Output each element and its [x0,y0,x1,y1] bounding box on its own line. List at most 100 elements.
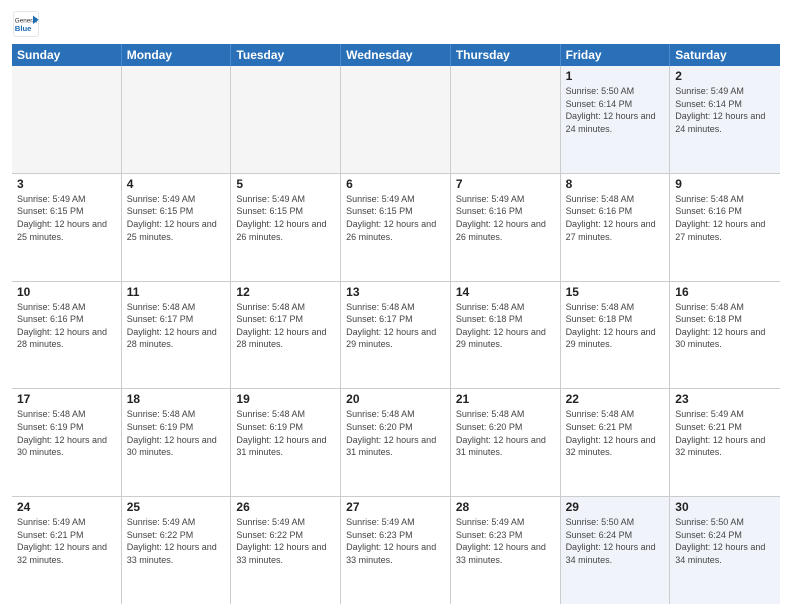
day-cell-20: 20 Sunrise: 5:48 AM Sunset: 6:20 PM Dayli… [341,389,451,496]
calendar-row-1: 1 Sunrise: 5:50 AM Sunset: 6:14 PM Daylig… [12,66,780,174]
day-cell-24: 24 Sunrise: 5:49 AM Sunset: 6:21 PM Dayli… [12,497,122,604]
calendar-body: 1 Sunrise: 5:50 AM Sunset: 6:14 PM Daylig… [12,66,780,604]
day-cell-13: 13 Sunrise: 5:48 AM Sunset: 6:17 PM Dayli… [341,282,451,389]
day-cell-21: 21 Sunrise: 5:48 AM Sunset: 6:20 PM Dayli… [451,389,561,496]
calendar-row-5: 24 Sunrise: 5:49 AM Sunset: 6:21 PM Dayli… [12,497,780,604]
header-day-wednesday: Wednesday [341,44,451,66]
day-number: 5 [236,177,335,191]
day-cell-4: 4Sunrise: 5:49 AM Sunset: 6:15 PM Daylig… [122,174,232,281]
empty-cell [341,66,451,173]
day-number: 16 [675,285,775,299]
day-cell-17: 17Sunrise: 5:48 AM Sunset: 6:19 PM Dayli… [12,389,122,496]
day-cell-16: 16Sunrise: 5:48 AM Sunset: 6:18 PM Dayli… [670,282,780,389]
day-info: Sunrise: 5:49 AM Sunset: 6:22 PM Dayligh… [236,517,326,565]
day-info: Sunrise: 5:49 AM Sunset: 6:21 PM Dayligh… [675,409,765,457]
day-number: 29 [566,500,665,514]
day-cell-8: 8 Sunrise: 5:48 AM Sunset: 6:16 PM Daylig… [561,174,671,281]
calendar-row-3: 10 Sunrise: 5:48 AM Sunset: 6:16 PM Dayli… [12,282,780,390]
day-cell-10: 10 Sunrise: 5:48 AM Sunset: 6:16 PM Dayli… [12,282,122,389]
day-info: Sunrise: 5:48 AM Sunset: 6:20 PM Dayligh… [346,409,436,457]
day-info: Sunrise: 5:49 AM Sunset: 6:15 PM Dayligh… [346,194,436,242]
day-cell-23: 23 Sunrise: 5:49 AM Sunset: 6:21 PM Dayli… [670,389,780,496]
day-cell-22: 22 Sunrise: 5:48 AM Sunset: 6:21 PM Dayli… [561,389,671,496]
day-info: Sunrise: 5:49 AM Sunset: 6:15 PM Dayligh… [17,194,107,242]
day-number: 23 [675,392,775,406]
day-info: Sunrise: 5:48 AM Sunset: 6:17 PM Dayligh… [127,302,217,350]
day-number: 15 [566,285,665,299]
day-cell-1: 1 Sunrise: 5:50 AM Sunset: 6:14 PM Daylig… [561,66,671,173]
day-number: 9 [675,177,775,191]
day-cell-30: 30Sunrise: 5:50 AM Sunset: 6:24 PM Dayli… [670,497,780,604]
header-day-friday: Friday [561,44,671,66]
day-info: Sunrise: 5:49 AM Sunset: 6:16 PM Dayligh… [456,194,546,242]
day-info: Sunrise: 5:49 AM Sunset: 6:21 PM Dayligh… [17,517,107,565]
empty-cell [231,66,341,173]
day-info: Sunrise: 5:49 AM Sunset: 6:15 PM Dayligh… [127,194,217,242]
calendar-page: General Blue SundayMondayTuesdayWednesda… [0,0,792,612]
day-info: Sunrise: 5:49 AM Sunset: 6:23 PM Dayligh… [456,517,546,565]
day-info: Sunrise: 5:49 AM Sunset: 6:22 PM Dayligh… [127,517,217,565]
day-number: 6 [346,177,445,191]
day-number: 7 [456,177,555,191]
day-number: 19 [236,392,335,406]
day-number: 14 [456,285,555,299]
day-info: Sunrise: 5:48 AM Sunset: 6:19 PM Dayligh… [127,409,217,457]
day-info: Sunrise: 5:50 AM Sunset: 6:14 PM Dayligh… [566,86,656,134]
logo: General Blue [12,10,43,38]
day-cell-28: 28 Sunrise: 5:49 AM Sunset: 6:23 PM Dayli… [451,497,561,604]
day-number: 12 [236,285,335,299]
day-info: Sunrise: 5:50 AM Sunset: 6:24 PM Dayligh… [566,517,656,565]
day-number: 27 [346,500,445,514]
day-info: Sunrise: 5:48 AM Sunset: 6:16 PM Dayligh… [17,302,107,350]
calendar-row-2: 3 Sunrise: 5:49 AM Sunset: 6:15 PM Daylig… [12,174,780,282]
header-day-thursday: Thursday [451,44,561,66]
day-info: Sunrise: 5:49 AM Sunset: 6:14 PM Dayligh… [675,86,765,134]
day-number: 1 [566,69,665,83]
day-number: 24 [17,500,116,514]
empty-cell [122,66,232,173]
day-info: Sunrise: 5:49 AM Sunset: 6:23 PM Dayligh… [346,517,436,565]
day-info: Sunrise: 5:48 AM Sunset: 6:16 PM Dayligh… [566,194,656,242]
calendar-row-4: 17 Sunrise: 5:48 AM Sunset: 6:19 PM Dayli… [12,389,780,497]
day-info: Sunrise: 5:49 AM Sunset: 6:15 PM Dayligh… [236,194,326,242]
day-cell-29: 29 Sunrise: 5:50 AM Sunset: 6:24 PM Dayli… [561,497,671,604]
day-cell-14: 14 Sunrise: 5:48 AM Sunset: 6:18 PM Dayli… [451,282,561,389]
day-number: 28 [456,500,555,514]
day-cell-5: 5 Sunrise: 5:49 AM Sunset: 6:15 PM Daylig… [231,174,341,281]
header-day-tuesday: Tuesday [231,44,341,66]
day-number: 25 [127,500,226,514]
day-info: Sunrise: 5:48 AM Sunset: 6:21 PM Dayligh… [566,409,656,457]
day-info: Sunrise: 5:48 AM Sunset: 6:17 PM Dayligh… [346,302,436,350]
day-number: 22 [566,392,665,406]
header-day-sunday: Sunday [12,44,122,66]
header-day-monday: Monday [122,44,232,66]
logo-icon: General Blue [12,10,40,38]
empty-cell [12,66,122,173]
day-cell-27: 27 Sunrise: 5:49 AM Sunset: 6:23 PM Dayli… [341,497,451,604]
day-info: Sunrise: 5:48 AM Sunset: 6:18 PM Dayligh… [456,302,546,350]
day-number: 17 [17,392,116,406]
header: General Blue [12,10,780,38]
day-info: Sunrise: 5:48 AM Sunset: 6:20 PM Dayligh… [456,409,546,457]
day-cell-18: 18 Sunrise: 5:48 AM Sunset: 6:19 PM Dayli… [122,389,232,496]
day-number: 20 [346,392,445,406]
day-info: Sunrise: 5:48 AM Sunset: 6:18 PM Dayligh… [566,302,656,350]
day-number: 3 [17,177,116,191]
calendar-header: SundayMondayTuesdayWednesdayThursdayFrid… [12,44,780,66]
day-number: 18 [127,392,226,406]
day-info: Sunrise: 5:48 AM Sunset: 6:17 PM Dayligh… [236,302,326,350]
day-number: 10 [17,285,116,299]
day-number: 21 [456,392,555,406]
day-cell-26: 26 Sunrise: 5:49 AM Sunset: 6:22 PM Dayli… [231,497,341,604]
day-cell-25: 25 Sunrise: 5:49 AM Sunset: 6:22 PM Dayli… [122,497,232,604]
calendar: SundayMondayTuesdayWednesdayThursdayFrid… [12,44,780,604]
day-cell-6: 6 Sunrise: 5:49 AM Sunset: 6:15 PM Daylig… [341,174,451,281]
day-number: 8 [566,177,665,191]
day-info: Sunrise: 5:48 AM Sunset: 6:19 PM Dayligh… [236,409,326,457]
day-number: 13 [346,285,445,299]
day-cell-2: 2Sunrise: 5:49 AM Sunset: 6:14 PM Daylig… [670,66,780,173]
day-number: 26 [236,500,335,514]
header-day-saturday: Saturday [670,44,780,66]
day-cell-12: 12 Sunrise: 5:48 AM Sunset: 6:17 PM Dayli… [231,282,341,389]
svg-text:Blue: Blue [15,24,32,33]
